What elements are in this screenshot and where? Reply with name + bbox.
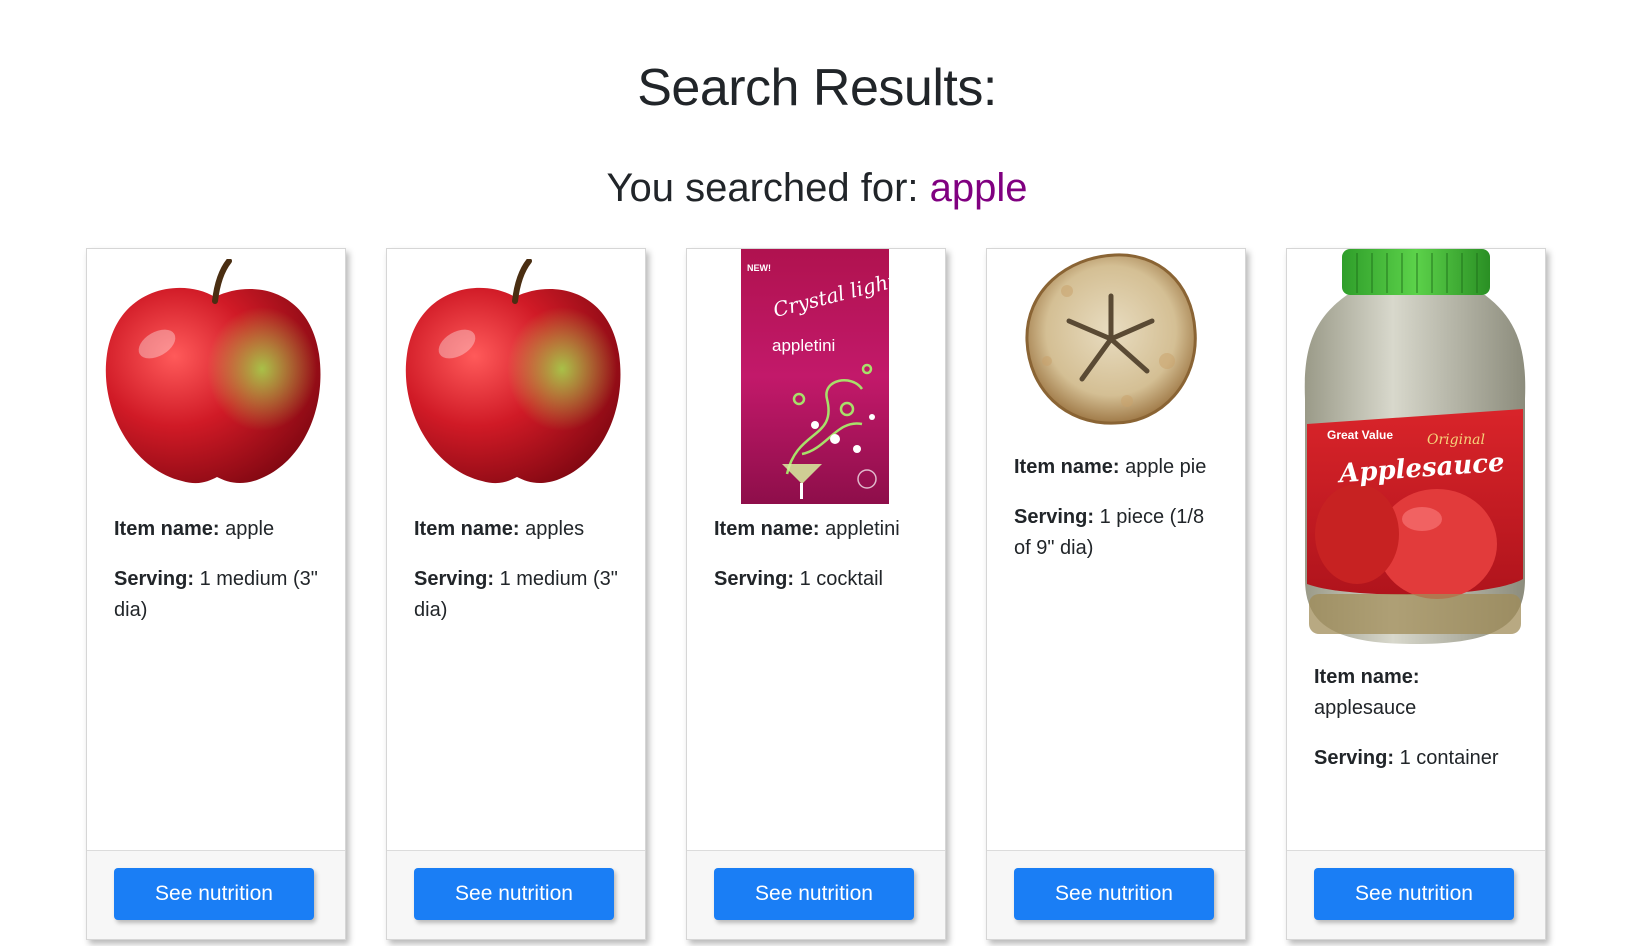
serving-label: Serving:	[714, 568, 795, 590]
jar-variant: Original	[1427, 432, 1485, 448]
result-card-apple: Item name: apple Serving: 1 medium (3" d…	[86, 248, 346, 940]
apple-image	[87, 258, 345, 499]
item-info: Item name: appletini Serving: 1 cocktail	[714, 514, 924, 614]
result-card-appletini: NEW! Crystal light appletini Item name: …	[686, 248, 946, 940]
card-body: Great Value Original Applesauce Item nam…	[1287, 249, 1545, 852]
item-info: Item name: apple Serving: 1 medium (3" d…	[114, 514, 324, 645]
serving-value: 1 container	[1399, 747, 1499, 769]
card-footer: See nutrition	[1287, 850, 1545, 939]
item-name-value: applesauce	[1314, 697, 1417, 719]
item-name-label: Item name:	[114, 518, 220, 540]
crystal-light-packet-image: NEW! Crystal light appletini	[687, 249, 945, 504]
item-name-value: apples	[525, 518, 585, 540]
serving-label: Serving:	[1314, 747, 1395, 769]
item-name-label: Item name:	[714, 518, 820, 540]
item-name-value: apple	[225, 518, 275, 540]
see-nutrition-button[interactable]: See nutrition	[714, 868, 914, 920]
applesauce-jar-image: Great Value Original Applesauce	[1287, 249, 1545, 654]
item-name-label: Item name:	[414, 518, 520, 540]
item-name-value: appletini	[825, 518, 900, 540]
apple-image	[387, 258, 645, 499]
jar-brand: Great Value	[1327, 428, 1393, 442]
result-card-applesauce: Great Value Original Applesauce Item nam…	[1286, 248, 1546, 940]
item-name-label: Item name:	[1014, 456, 1120, 478]
item-name-label: Item name:	[1314, 666, 1420, 688]
see-nutrition-button[interactable]: See nutrition	[1314, 868, 1514, 920]
item-name-value: apple pie	[1125, 456, 1207, 478]
packet-badge: NEW!	[747, 263, 771, 273]
card-footer: See nutrition	[987, 850, 1245, 939]
search-term: apple	[929, 166, 1028, 210]
card-footer: See nutrition	[387, 850, 645, 939]
page-title: Search Results:	[637, 59, 997, 117]
serving-value: 1 cocktail	[799, 568, 883, 590]
item-info: Item name: apples Serving: 1 medium (3" …	[414, 514, 624, 645]
see-nutrition-button[interactable]: See nutrition	[1014, 868, 1214, 920]
serving-label: Serving:	[414, 568, 495, 590]
card-footer: See nutrition	[687, 850, 945, 939]
card-body: Item name: apples Serving: 1 medium (3" …	[387, 249, 645, 852]
search-summary: You searched for: apple	[0, 166, 1634, 211]
see-nutrition-button[interactable]: See nutrition	[114, 868, 314, 920]
item-info: Item name: apple pie Serving: 1 piece (1…	[1014, 452, 1224, 583]
packet-flavor: appletini	[772, 336, 835, 355]
serving-label: Serving:	[1014, 506, 1095, 528]
item-info: Item name: applesauce Serving: 1 contain…	[1314, 662, 1524, 793]
apple-pie-image	[987, 251, 1245, 429]
card-body: Item name: apple Serving: 1 medium (3" d…	[87, 249, 345, 852]
card-footer: See nutrition	[87, 850, 345, 939]
search-prefix: You searched for:	[606, 166, 930, 210]
result-card-apples: Item name: apples Serving: 1 medium (3" …	[386, 248, 646, 940]
card-body: Item name: apple pie Serving: 1 piece (1…	[987, 249, 1245, 852]
see-nutrition-button[interactable]: See nutrition	[414, 868, 614, 920]
result-card-apple-pie: Item name: apple pie Serving: 1 piece (1…	[986, 248, 1246, 940]
card-body: NEW! Crystal light appletini Item name: …	[687, 249, 945, 852]
serving-label: Serving:	[114, 568, 195, 590]
